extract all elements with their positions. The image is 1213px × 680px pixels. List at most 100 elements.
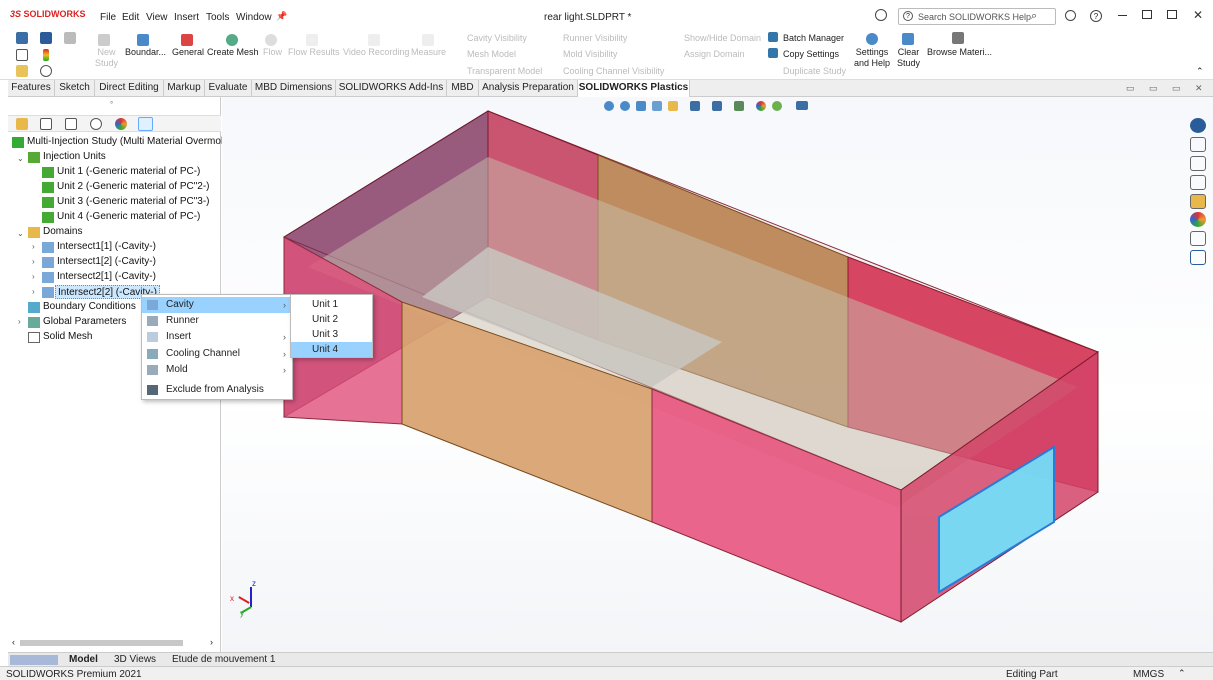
home-icon[interactable] [16,32,28,44]
settings-help-icon[interactable] [866,33,878,45]
tile-icon[interactable] [1167,10,1177,19]
measure-icon[interactable] [422,34,434,46]
solidworks-resources-icon[interactable] [1190,118,1206,133]
general-icon[interactable] [181,34,193,46]
cavity-visibility-button[interactable]: Cavity Visibility [467,33,527,43]
runner-visibility-button[interactable]: Runner Visibility [563,33,627,43]
close-icon[interactable]: ✕ [1193,8,1203,22]
context-item-mold[interactable]: Mold › [142,362,292,378]
menu-tools[interactable]: Tools [206,12,229,23]
status-units[interactable]: MMGS [1133,669,1164,680]
context-item-cavity[interactable]: Cavity › [142,297,292,313]
context-item-exclude[interactable]: Exclude from Analysis [142,382,292,398]
configuration-manager-tab-icon[interactable] [65,118,77,130]
view-palette-icon[interactable] [1190,194,1206,209]
create-mesh-button[interactable]: Create Mesh [207,47,259,57]
part-model[interactable] [222,97,1213,652]
context-item-cooling-channel[interactable]: Cooling Channel › [142,346,292,362]
tree-item-unit-4[interactable]: Unit 4 (-Generic material of PC-) [57,210,200,224]
menu-file[interactable]: File [100,12,116,23]
tree-item-intersect1-1[interactable]: Intersect1[1] (-Cavity-) [57,240,156,254]
custom-properties-icon[interactable] [1190,231,1206,246]
menu-view[interactable]: View [146,12,168,23]
property-manager-tab-icon[interactable] [40,118,52,130]
collapse-caret-icon[interactable]: › [32,287,35,296]
flow-button[interactable]: Flow [263,47,282,57]
browse-materials-button[interactable]: Browse Materi... [927,47,992,57]
window-controls[interactable]: ▭ ▭ ▭ ✕ [1126,83,1209,94]
tab-solidworks-plastics[interactable]: SOLIDWORKS Plastics [578,80,690,97]
smiley-icon[interactable] [875,9,887,21]
tree-item-intersect2-1[interactable]: Intersect2[1] (-Cavity-) [57,270,156,284]
tree-item-boundary-conditions[interactable]: Boundary Conditions [43,300,136,314]
measure-button[interactable]: Measure [411,47,446,57]
plastics-manager-tab-icon[interactable] [138,117,153,131]
mold-visibility-button[interactable]: Mold Visibility [563,49,617,59]
horizontal-scrollbar[interactable]: ‹ › [10,637,218,649]
restore-icon[interactable] [1142,10,1152,19]
scroll-thumb[interactable] [20,640,183,646]
display-manager-tab-icon[interactable] [115,118,127,130]
mesh-model-button[interactable]: Mesh Model [467,49,516,59]
boundary-button[interactable]: Boundar... [125,47,166,57]
forum-icon[interactable] [1190,250,1206,265]
create-mesh-icon[interactable] [226,34,238,46]
tab-sketch[interactable]: Sketch [55,80,95,97]
context-item-runner[interactable]: Runner [142,313,292,329]
options-gear-icon[interactable] [40,65,52,77]
collapse-caret-icon[interactable]: › [32,242,35,251]
folder-icon[interactable] [1190,175,1206,190]
expand-caret-icon[interactable]: ⌄ [17,229,24,238]
flow-icon[interactable] [265,34,277,46]
pin-icon[interactable]: 📌 [276,11,287,22]
general-button[interactable]: General [172,47,204,57]
minimize-icon[interactable] [1118,15,1127,16]
panel-collapse-handle[interactable]: ° [110,100,113,109]
show-hide-domain-button[interactable]: Show/Hide Domain [684,33,761,43]
tab-features[interactable]: Features [8,80,55,97]
menu-insert[interactable]: Insert [174,12,199,23]
user-icon[interactable] [1065,10,1076,21]
clear-study-button[interactable]: Clear Study [897,47,920,69]
search-icon[interactable]: ⌕ [1031,10,1037,23]
file-explorer-icon[interactable] [1190,156,1206,171]
tab-mbd[interactable]: MBD [447,80,479,97]
submenu-unit-2[interactable]: Unit 2 [291,312,372,327]
tree-item-global-parameters[interactable]: Global Parameters [43,315,126,329]
study-root-item[interactable]: Multi-Injection Study (Multi Material Ov… [27,135,228,149]
boundary-icon[interactable] [137,34,149,46]
bottom-tab-model[interactable]: Model [69,654,98,665]
tab-direct-editing[interactable]: Direct Editing [95,80,164,97]
tree-item-unit-3[interactable]: Unit 3 (-Generic material of PC"3-) [57,195,209,209]
submenu-unit-1[interactable]: Unit 1 [291,297,372,312]
design-library-icon[interactable] [1190,137,1206,152]
tab-solidworks-add-ins[interactable]: SOLIDWORKS Add-Ins [336,80,447,97]
new-document-icon[interactable] [16,49,28,61]
scroll-left-icon[interactable]: ‹ [12,637,15,647]
transparent-model-button[interactable]: Transparent Model [467,66,542,76]
clear-study-icon[interactable] [902,33,914,45]
collapse-caret-icon[interactable]: › [32,272,35,281]
traffic-light-icon[interactable] [43,49,49,61]
collapse-caret-icon[interactable]: › [32,257,35,266]
duplicate-study-button[interactable]: Duplicate Study [783,66,846,76]
context-item-insert[interactable]: Insert › [142,329,292,345]
batch-manager-button[interactable]: Batch Manager [783,33,844,43]
tree-item-domains[interactable]: Domains [43,225,82,239]
video-recording-button[interactable]: Video Recording [343,47,409,57]
submenu-unit-3[interactable]: Unit 3 [291,327,372,342]
assign-domain-button[interactable]: Assign Domain [684,49,745,59]
tab-analysis-preparation[interactable]: Analysis Preparation [479,80,578,97]
feature-manager-tab-icon[interactable] [16,118,28,130]
open-icon[interactable] [16,65,28,77]
tree-item-solid-mesh[interactable]: Solid Mesh [43,330,92,344]
collapse-caret-icon[interactable]: › [18,317,21,326]
bottom-tab-motion-study[interactable]: Etude de mouvement 1 [172,654,275,665]
help-circle-icon[interactable]: ? [1090,10,1102,22]
tab-mbd-dimensions[interactable]: MBD Dimensions [252,80,336,97]
units-caret-icon[interactable]: ⌃ [1178,668,1186,679]
collapse-ribbon-icon[interactable]: ⌃ [1196,66,1204,77]
tree-item-injection-units[interactable]: Injection Units [43,150,106,164]
flow-results-button[interactable]: Flow Results [288,47,340,57]
copy-settings-button[interactable]: Copy Settings [783,49,839,59]
